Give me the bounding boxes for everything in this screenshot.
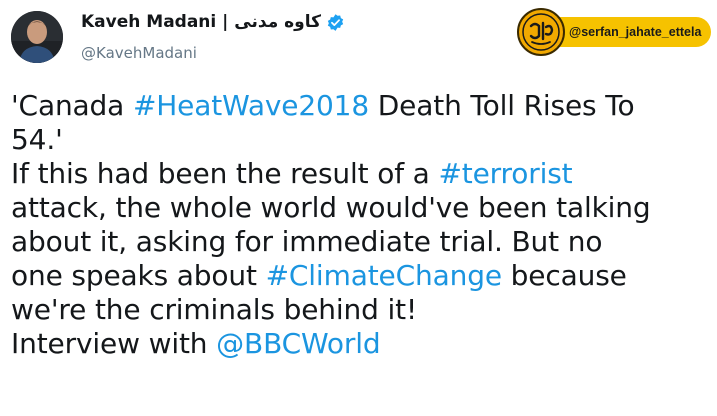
tweet-text-line: attack, the whole world would've been ta… (11, 191, 711, 225)
tweet-text-line: we're the criminals behind it! (11, 293, 711, 327)
tweet-text-segment: If this had been the result of a (11, 157, 439, 190)
tweet-text-line: one speaks about #ClimateChange because (11, 259, 711, 293)
tweet-text-line: 54.' (11, 123, 711, 157)
tweet-text-segment: one speaks about (11, 259, 266, 292)
watermark-handle: @serfan_jahate_ettela (569, 25, 702, 39)
avatar[interactable] (11, 11, 63, 63)
hashtag-link[interactable]: #HeatWave2018 (133, 89, 369, 122)
tweet-text: 'Canada #HeatWave2018 Death Toll Rises T… (11, 89, 711, 361)
watermark-logo (517, 8, 565, 56)
verified-badge-icon (326, 13, 345, 32)
mention-link[interactable]: @BBCWorld (216, 327, 381, 360)
watermark-handle-badge: @serfan_jahate_ettela (555, 17, 712, 47)
author-name-text: Kaveh Madani | کاوه مدنی (81, 12, 322, 32)
tweet-text-line: If this had been the result of a #terror… (11, 157, 711, 191)
tweet-text-line: Interview with @BBCWorld (11, 327, 711, 361)
avatar-image (11, 11, 63, 63)
tweet: Kaveh Madani | کاوه مدنی @KavehMadani @s… (0, 0, 717, 416)
author-handle[interactable]: @KavehMadani (81, 43, 197, 63)
tweet-text-segment: Interview with (11, 327, 217, 360)
tweet-text-segment: about it, asking for immediate trial. Bu… (11, 225, 603, 258)
tweet-text-segment: because (501, 259, 627, 292)
tweet-text-segment: Death Toll Rises To (369, 89, 635, 122)
hashtag-link[interactable]: #ClimateChange (266, 259, 502, 292)
tweet-text-segment: 54.' (11, 123, 63, 156)
author-name[interactable]: Kaveh Madani | کاوه مدنی (81, 11, 345, 33)
tweet-text-segment: 'Canada (11, 89, 133, 122)
watermark: @serfan_jahate_ettela (517, 8, 713, 56)
tweet-text-segment: attack, the whole world would've been ta… (11, 191, 651, 224)
tweet-text-segment: we're the criminals behind it! (11, 293, 418, 326)
tweet-text-line: 'Canada #HeatWave2018 Death Toll Rises T… (11, 89, 711, 123)
tweet-text-line: about it, asking for immediate trial. Bu… (11, 225, 711, 259)
hashtag-link[interactable]: #terrorist (438, 157, 572, 190)
